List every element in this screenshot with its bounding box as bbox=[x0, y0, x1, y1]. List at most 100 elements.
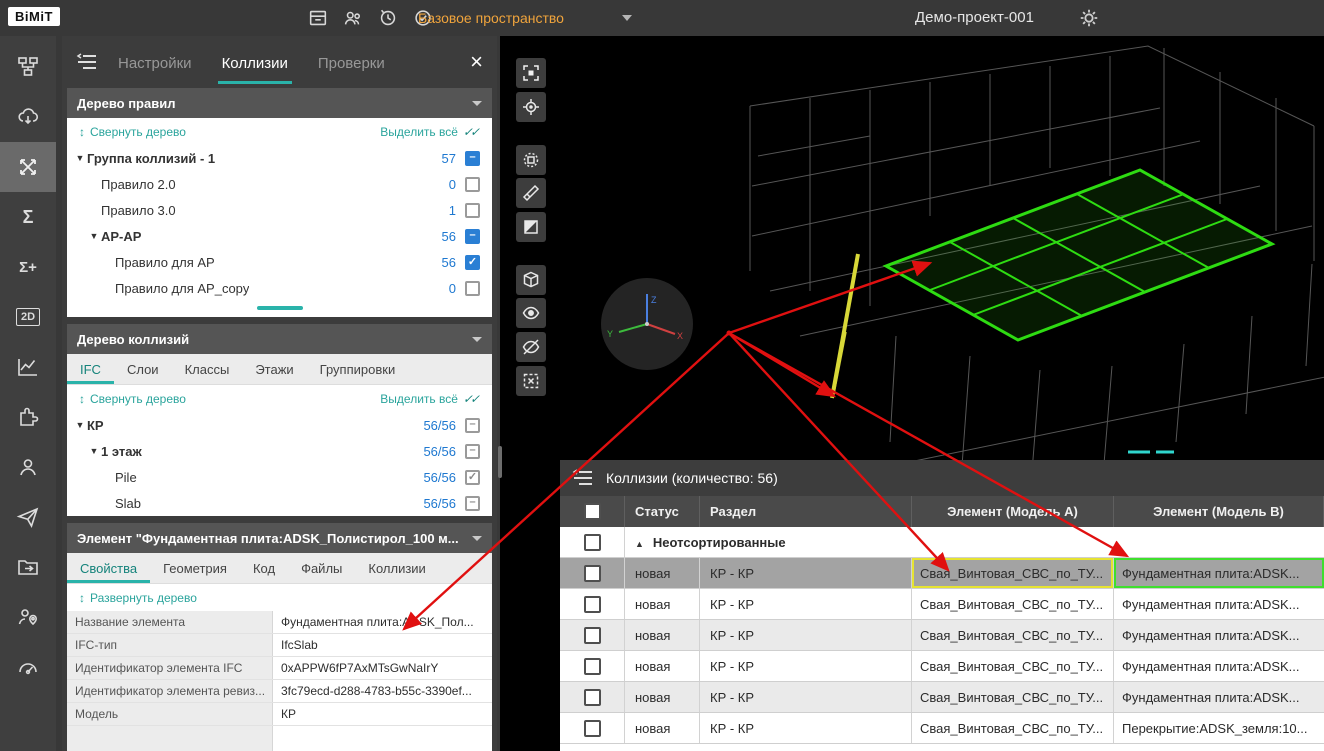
model-a-cell[interactable]: Свая_Винтовая_СВС_по_ТУ... bbox=[912, 682, 1114, 712]
tree-item[interactable]: Группа коллизий - 157 bbox=[67, 145, 492, 171]
tab-groups[interactable]: Группировки bbox=[307, 354, 409, 384]
checkbox[interactable] bbox=[465, 496, 480, 511]
model-a-cell[interactable]: Свая_Винтовая_СВС_по_ТУ... bbox=[912, 620, 1114, 650]
tab-checks[interactable]: Проверки bbox=[314, 40, 389, 84]
tab-floors[interactable]: Этажи bbox=[242, 354, 306, 384]
sidebar-item-export-cloud[interactable] bbox=[0, 92, 56, 142]
column-header-status[interactable]: Статус bbox=[625, 496, 700, 527]
model-b-cell[interactable]: Фундаментная плита:ADSK... bbox=[1114, 558, 1324, 588]
status-cell[interactable]: новая bbox=[625, 620, 700, 650]
section-cell[interactable]: КР - КР bbox=[700, 620, 912, 650]
collisions-tree-header[interactable]: Дерево коллизий bbox=[67, 324, 492, 354]
model-a-cell[interactable]: Свая_Винтовая_СВС_по_ТУ... bbox=[912, 713, 1114, 743]
model-a-cell[interactable]: Свая_Винтовая_СВС_по_ТУ... bbox=[912, 651, 1114, 681]
section-cell[interactable]: КР - КР bbox=[700, 651, 912, 681]
checkbox[interactable] bbox=[465, 177, 480, 192]
section-cell[interactable]: КР - КР bbox=[700, 589, 912, 619]
sidebar-item-folder-out[interactable] bbox=[0, 542, 56, 592]
checkbox[interactable] bbox=[465, 281, 480, 296]
collapse-tree-link[interactable]: Свернуть дерево bbox=[79, 392, 186, 406]
caret-icon[interactable] bbox=[73, 420, 87, 430]
element-section-header[interactable]: Элемент "Фундаментная плита:ADSK_Полисти… bbox=[67, 523, 492, 553]
property-value[interactable]: 0xAPPW6fP7AxMTsGwNaIrY bbox=[273, 657, 492, 679]
row-checkbox[interactable] bbox=[584, 689, 601, 706]
row-checkbox[interactable] bbox=[584, 720, 601, 737]
collapse-tree-link[interactable]: Свернуть дерево bbox=[79, 125, 186, 139]
navigation-gizmo[interactable]: Z X Y bbox=[601, 278, 693, 370]
tree-item[interactable]: КР56/56 bbox=[67, 412, 492, 438]
sidebar-item-collisions[interactable] bbox=[0, 142, 56, 192]
table-menu-icon[interactable] bbox=[572, 469, 594, 487]
row-checkbox[interactable] bbox=[584, 627, 601, 644]
users-icon[interactable] bbox=[341, 6, 365, 30]
measure-button[interactable] bbox=[516, 145, 546, 175]
column-header-model_a[interactable]: Элемент (Модель А) bbox=[912, 496, 1114, 527]
model-b-cell[interactable]: Фундаментная плита:ADSK... bbox=[1114, 620, 1324, 650]
gear-icon[interactable] bbox=[1078, 7, 1100, 29]
checkbox[interactable] bbox=[465, 470, 480, 485]
tab-code[interactable]: Код bbox=[240, 553, 288, 583]
tree-item[interactable]: 1 этаж56/56 bbox=[67, 438, 492, 464]
sidebar-item-2d[interactable]: 2D bbox=[0, 292, 56, 342]
show-button[interactable] bbox=[516, 298, 546, 328]
caret-icon[interactable] bbox=[87, 446, 101, 456]
tab-layers[interactable]: Слои bbox=[114, 354, 172, 384]
tree-item[interactable]: Правило для АР_copy0 bbox=[67, 275, 492, 301]
status-cell[interactable]: новая bbox=[625, 713, 700, 743]
highlight-pile[interactable] bbox=[832, 254, 858, 398]
sidebar-item-sum[interactable]: Σ bbox=[0, 192, 56, 242]
hide-button[interactable] bbox=[516, 332, 546, 362]
status-cell[interactable]: новая bbox=[625, 651, 700, 681]
tree-item[interactable]: Pile56/56 bbox=[67, 464, 492, 490]
collision-row[interactable]: новаяКР - КРСвая_Винтовая_СВС_по_ТУ...Фу… bbox=[560, 620, 1324, 651]
collision-row[interactable]: новаяКР - КРСвая_Винтовая_СВС_по_ТУ...Фу… bbox=[560, 651, 1324, 682]
panel-menu-icon[interactable] bbox=[76, 53, 98, 71]
app-logo[interactable]: BiMiT bbox=[8, 7, 60, 26]
sidebar-item-plugins[interactable] bbox=[0, 392, 56, 442]
tab-classes[interactable]: Классы bbox=[172, 354, 243, 384]
checkbox[interactable] bbox=[465, 444, 480, 459]
status-cell[interactable]: новая bbox=[625, 589, 700, 619]
model-b-cell[interactable]: Перекрытие:ADSK_земля:10... bbox=[1114, 713, 1324, 743]
sidebar-item-user-location[interactable] bbox=[0, 592, 56, 642]
sidebar-item-user[interactable] bbox=[0, 442, 56, 492]
section-button[interactable] bbox=[516, 178, 546, 208]
focus-button[interactable] bbox=[516, 58, 546, 88]
rules-tree-hscrollbar[interactable] bbox=[257, 306, 303, 310]
collision-row[interactable]: новаяКР - КРСвая_Винтовая_СВС_по_ТУ...Пе… bbox=[560, 713, 1324, 744]
tab-properties[interactable]: Свойства bbox=[67, 553, 150, 583]
select-all-link[interactable]: Выделить всё bbox=[380, 125, 480, 139]
tree-item[interactable]: Правило для АР56 bbox=[67, 249, 492, 275]
property-value[interactable]: IfcSlab bbox=[273, 634, 492, 656]
sidebar-item-sum-plus[interactable]: Σ+ bbox=[0, 242, 56, 292]
checkbox[interactable] bbox=[465, 203, 480, 218]
property-value[interactable]: 3fc79ecd-d288-4783-b55c-3390ef... bbox=[273, 680, 492, 702]
column-header-section[interactable]: Раздел bbox=[700, 496, 912, 527]
collision-row[interactable]: новаяКР - КРСвая_Винтовая_СВС_по_ТУ...Фу… bbox=[560, 558, 1324, 589]
viewport-3d[interactable]: Z X Y Коллизии (количество: 56) СтатусРа… bbox=[500, 36, 1324, 751]
section-cell[interactable]: КР - КР bbox=[700, 682, 912, 712]
checkbox[interactable] bbox=[465, 255, 480, 270]
caret-icon[interactable] bbox=[87, 231, 101, 241]
select-all-checkbox[interactable] bbox=[584, 503, 601, 520]
sidebar-item-model-tree[interactable] bbox=[0, 42, 56, 92]
property-value[interactable]: Фундаментная плита:ADSK_Пол... bbox=[273, 611, 492, 633]
section-cell[interactable]: КР - КР bbox=[700, 713, 912, 743]
checkbox[interactable] bbox=[465, 151, 480, 166]
property-value[interactable]: КР bbox=[273, 703, 492, 725]
section-cell[interactable]: КР - КР bbox=[700, 558, 912, 588]
locate-button[interactable] bbox=[516, 92, 546, 122]
close-icon[interactable]: × bbox=[470, 51, 483, 73]
row-checkbox[interactable] bbox=[584, 565, 601, 582]
tab-geometry[interactable]: Геометрия bbox=[150, 553, 240, 583]
checkbox[interactable] bbox=[465, 229, 480, 244]
caret-icon[interactable] bbox=[73, 153, 87, 163]
group-row[interactable]: Неотсортированные bbox=[560, 527, 1324, 558]
tree-item[interactable]: Slab56/56 bbox=[67, 490, 492, 516]
column-header-model_b[interactable]: Элемент (Модель В) bbox=[1114, 496, 1324, 527]
history-icon[interactable] bbox=[376, 6, 400, 30]
status-cell[interactable]: новая bbox=[625, 558, 700, 588]
sidebar-item-dashboard[interactable] bbox=[0, 642, 56, 692]
expand-tree-link[interactable]: Развернуть дерево bbox=[79, 591, 197, 605]
model-a-cell[interactable]: Свая_Винтовая_СВС_по_ТУ... bbox=[912, 558, 1114, 588]
